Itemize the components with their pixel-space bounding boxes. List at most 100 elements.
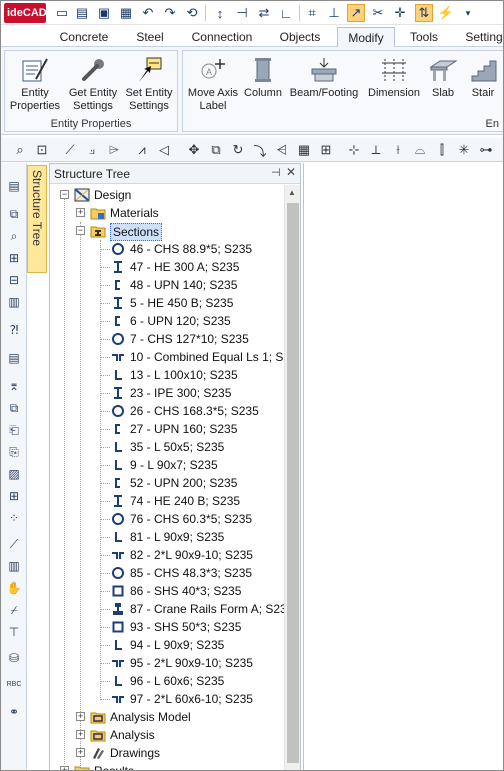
- get-entity-settings-button[interactable]: Get Entity Settings: [65, 53, 121, 117]
- binoculars-icon[interactable]: ⚭: [5, 703, 23, 721]
- pick-icon[interactable]: ⟓: [83, 141, 101, 159]
- paint-icon[interactable]: ⌲: [105, 141, 123, 159]
- split-icon[interactable]: ⊣: [233, 4, 251, 22]
- tool-17-icon[interactable]: ▥: [5, 557, 23, 575]
- tool-12-icon[interactable]: ⎘: [5, 443, 23, 461]
- angle-icon[interactable]: ∟: [277, 4, 295, 22]
- tool-18-icon[interactable]: ✋: [5, 579, 23, 597]
- expand-icon[interactable]: +: [76, 730, 85, 739]
- collapse-icon[interactable]: −: [76, 226, 85, 235]
- app-logo[interactable]: ideCAD: [4, 3, 47, 23]
- ortho-icon[interactable]: ⊥: [325, 4, 343, 22]
- tool-2-icon[interactable]: ⧉: [5, 205, 23, 223]
- section-square-icon: [110, 619, 126, 635]
- section-list-item-label: 85 - CHS 48.3*3; S235: [130, 566, 253, 580]
- tab-objects[interactable]: Objects: [269, 27, 331, 47]
- tool-7-icon[interactable]: ⁈: [5, 321, 23, 339]
- tab-setting[interactable]: Setting: [459, 27, 503, 47]
- tool-8-icon[interactable]: ▤: [5, 349, 23, 367]
- expand-icon[interactable]: +: [60, 766, 69, 770]
- stretch-icon[interactable]: ⫿: [433, 141, 451, 159]
- layers-icon[interactable]: ▤: [5, 177, 23, 195]
- tool-21-icon[interactable]: ⛁: [5, 649, 23, 667]
- scroll-up-icon[interactable]: ▲: [288, 188, 296, 197]
- drawing-canvas[interactable]: [303, 163, 503, 770]
- tool-19-icon[interactable]: ⌿: [5, 601, 23, 619]
- refresh-icon[interactable]: ⟲: [183, 4, 201, 22]
- mirror-icon[interactable]: ⩤: [273, 141, 291, 159]
- open-file-icon[interactable]: ▤: [73, 4, 91, 22]
- column-label: Column: [244, 87, 282, 99]
- break-icon[interactable]: ⟊: [389, 141, 407, 159]
- pin-icon[interactable]: ⊣: [271, 166, 281, 179]
- beam-footing-button[interactable]: Beam/Footing: [287, 53, 361, 117]
- section-circle-icon: [110, 331, 126, 347]
- undo-icon[interactable]: ↶: [139, 4, 157, 22]
- tab-concrete[interactable]: Concrete: [49, 27, 119, 47]
- marker-icon[interactable]: ✛: [391, 4, 409, 22]
- expand-icon[interactable]: +: [76, 748, 85, 757]
- tool-16-icon[interactable]: ⟋: [5, 535, 23, 553]
- tab-connection[interactable]: Connection: [183, 27, 261, 47]
- tool-5-icon[interactable]: ⊟: [5, 271, 23, 289]
- trim-line-icon[interactable]: ⟂: [367, 141, 385, 159]
- select-icon[interactable]: ◁: [155, 141, 173, 159]
- redo-icon[interactable]: ↷: [161, 4, 179, 22]
- tool-20-icon[interactable]: ⊤: [5, 623, 23, 641]
- join-icon[interactable]: ⌓: [411, 141, 429, 159]
- auto-rbc-icon[interactable]: RBC: [5, 675, 23, 693]
- save-as-icon[interactable]: ▦: [117, 4, 135, 22]
- pointer-icon[interactable]: ↕: [211, 4, 229, 22]
- move-group-label: En: [485, 118, 499, 130]
- tree-scrollbar[interactable]: ▲: [284, 185, 300, 770]
- entity-properties-button[interactable]: Entity Properties: [9, 53, 61, 117]
- dimension-button[interactable]: Dimension: [363, 53, 425, 117]
- polyline-icon[interactable]: ⩘: [133, 141, 151, 159]
- tool-15-icon[interactable]: ⁘: [5, 509, 23, 527]
- set-entity-settings-button[interactable]: Set Entity Settings: [123, 53, 175, 117]
- rotate-alt-icon[interactable]: ⤵: [251, 141, 269, 159]
- rotate-icon[interactable]: ↻: [229, 141, 247, 159]
- measure-icon[interactable]: ⟋: [61, 141, 79, 159]
- tool-6-icon[interactable]: ▥: [5, 293, 23, 311]
- move-axis-label-button[interactable]: A Move Axis Label: [185, 53, 241, 117]
- slab-button[interactable]: Slab: [425, 53, 461, 117]
- copy-move-icon[interactable]: ⧉: [207, 141, 225, 159]
- lightning-icon[interactable]: ⚡: [437, 4, 455, 22]
- tool-3-icon[interactable]: ⌕: [5, 227, 23, 245]
- offset-icon[interactable]: ⊞: [317, 141, 335, 159]
- tab-steel[interactable]: Steel: [121, 27, 179, 47]
- snap-active-icon[interactable]: ↗: [347, 4, 365, 22]
- tool-4-icon[interactable]: ⊞: [5, 249, 23, 267]
- toggle-arrows-icon[interactable]: ⇅: [415, 4, 433, 22]
- expand-icon[interactable]: +: [76, 208, 85, 217]
- tool-11-icon[interactable]: ⎗: [5, 421, 23, 439]
- tool-9-icon[interactable]: ⌆: [5, 377, 23, 395]
- explode-icon[interactable]: ✳: [455, 141, 473, 159]
- tab-modify[interactable]: Modify: [337, 27, 395, 48]
- dropdown-icon[interactable]: ▾: [459, 4, 477, 22]
- tool-14-icon[interactable]: ⊞: [5, 487, 23, 505]
- tab-tools[interactable]: Tools: [399, 27, 449, 47]
- trim-icon[interactable]: ✂: [369, 4, 387, 22]
- save-icon[interactable]: ▣: [95, 4, 113, 22]
- array-icon[interactable]: ▦: [295, 141, 313, 159]
- grid-snap-icon[interactable]: ⌗: [303, 4, 321, 22]
- collapse-icon[interactable]: −: [60, 190, 69, 199]
- zoom-icon[interactable]: ⌕: [11, 141, 29, 159]
- structure-tree-side-tab[interactable]: Structure Tree: [27, 165, 47, 273]
- new-file-icon[interactable]: ▭: [53, 4, 71, 22]
- fillet-icon[interactable]: ⊶: [477, 141, 495, 159]
- stair-button[interactable]: Stair: [463, 53, 503, 117]
- arrows-icon[interactable]: ⇄: [255, 4, 273, 22]
- tool-10-icon[interactable]: ⧉: [5, 399, 23, 417]
- scrollbar-thumb[interactable]: [287, 203, 299, 763]
- close-icon[interactable]: ✕: [286, 165, 296, 179]
- move-column-button[interactable]: Column: [241, 53, 285, 117]
- expand-icon[interactable]: +: [76, 712, 85, 721]
- extend-icon[interactable]: ⊹: [345, 141, 363, 159]
- zoom-window-icon[interactable]: ⊡: [33, 141, 51, 159]
- move-icon[interactable]: ✥: [185, 141, 203, 159]
- tool-13-icon[interactable]: ▨: [5, 465, 23, 483]
- set-entity-settings-label: Set Entity Settings: [125, 87, 173, 112]
